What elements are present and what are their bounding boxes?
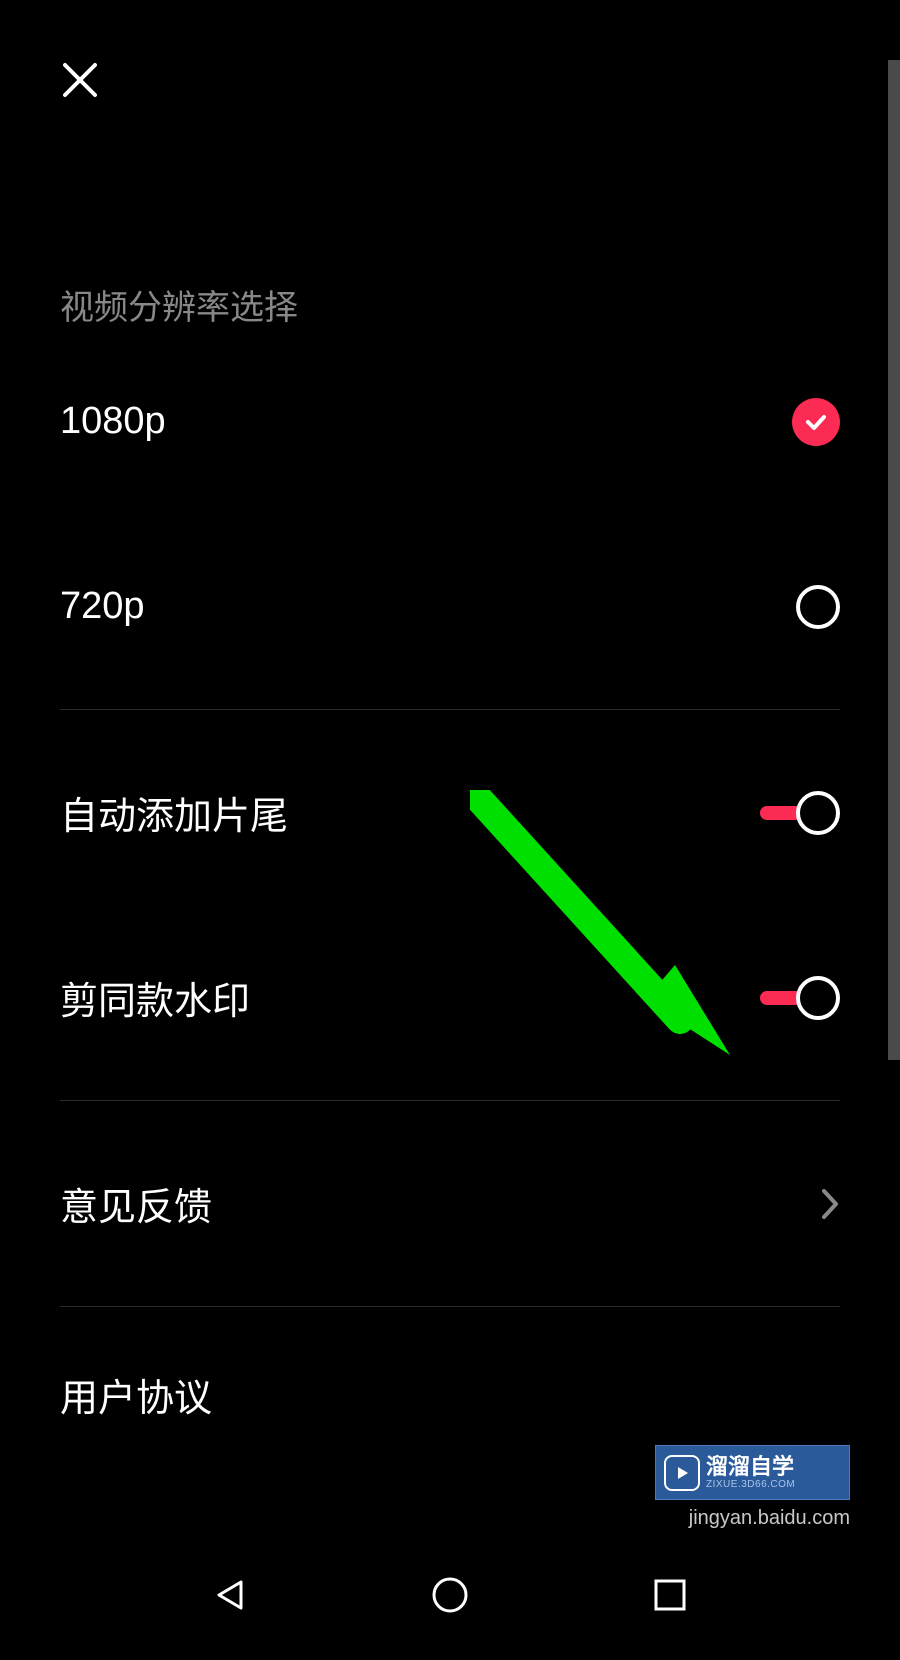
toggle-auto-ending[interactable] xyxy=(760,791,840,835)
link-label-partial: 用户协议 xyxy=(60,1367,840,1422)
toggle-label: 剪同款水印 xyxy=(60,970,250,1025)
option-label: 1080p xyxy=(60,400,166,443)
divider xyxy=(60,1100,840,1101)
toggle-label: 自动添加片尾 xyxy=(60,785,288,840)
watermark-footer: jingyan.baidu.com xyxy=(689,1507,850,1530)
close-button[interactable] xyxy=(60,60,100,100)
radio-unchecked-icon xyxy=(796,585,840,629)
nav-recent-button[interactable] xyxy=(645,1570,695,1620)
resolution-option-1080p[interactable]: 1080p xyxy=(60,329,840,514)
divider xyxy=(60,1306,840,1307)
link-row-feedback[interactable]: 意见反馈 xyxy=(60,1111,840,1296)
watermark-brand: 溜溜自学 xyxy=(706,1455,795,1479)
square-recent-icon xyxy=(652,1577,688,1613)
toggle-watermark[interactable] xyxy=(760,976,840,1020)
toggle-knob xyxy=(796,976,840,1020)
nav-back-button[interactable] xyxy=(205,1570,255,1620)
circle-home-icon xyxy=(430,1575,470,1615)
toggle-row-watermark: 剪同款水印 xyxy=(60,905,840,1090)
radio-checked-icon xyxy=(792,398,840,446)
android-nav-bar xyxy=(0,1530,900,1660)
divider xyxy=(60,709,840,710)
play-icon xyxy=(664,1455,700,1491)
chevron-right-icon xyxy=(820,1187,840,1221)
nav-home-button[interactable] xyxy=(425,1570,475,1620)
watermark-logo: 溜溜自学 ZIXUE.3D66.COM xyxy=(655,1445,850,1500)
watermark-sub: ZIXUE.3D66.COM xyxy=(706,1479,795,1490)
toggle-row-auto-ending: 自动添加片尾 xyxy=(60,720,840,905)
option-label: 720p xyxy=(60,585,145,628)
triangle-back-icon xyxy=(211,1576,249,1614)
link-label: 意见反馈 xyxy=(60,1176,212,1231)
close-icon xyxy=(61,61,99,99)
section-title-resolution: 视频分辨率选择 xyxy=(60,280,840,329)
toggle-knob xyxy=(796,791,840,835)
resolution-option-720p[interactable]: 720p xyxy=(60,514,840,699)
scrollbar[interactable] xyxy=(888,60,900,1060)
